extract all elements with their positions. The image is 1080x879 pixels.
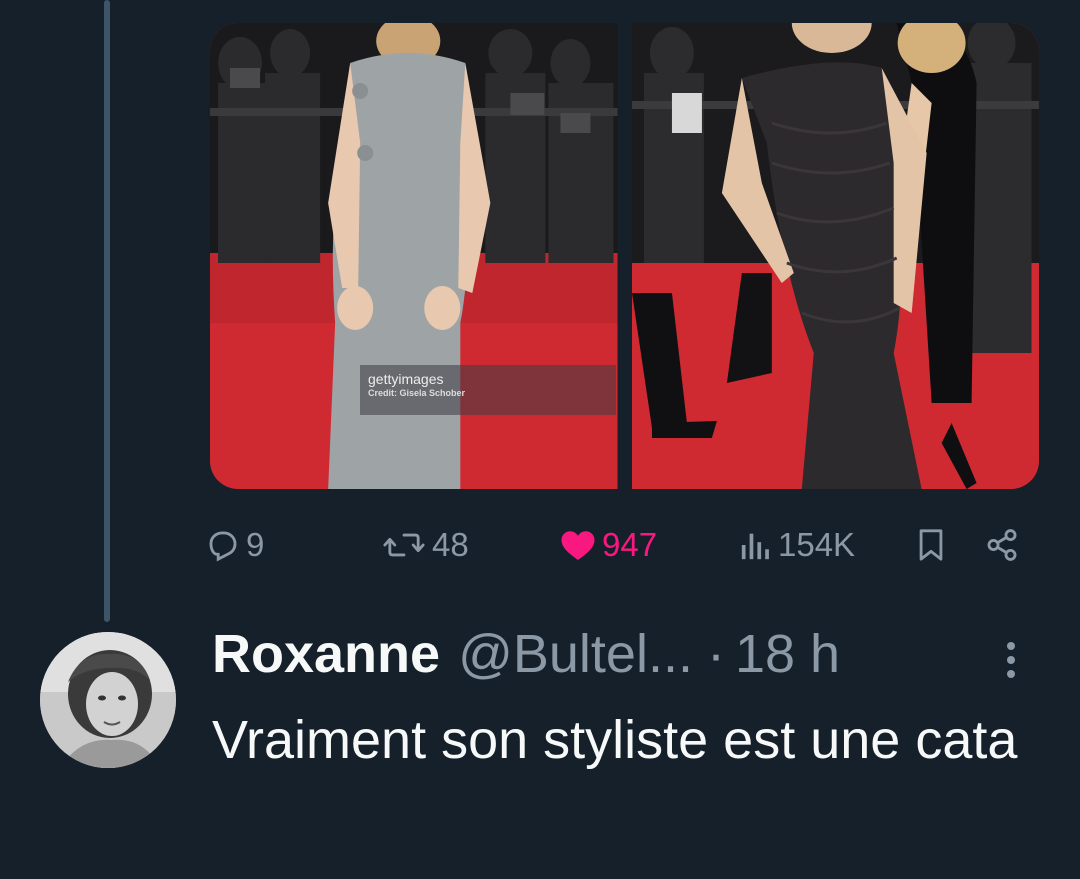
more-options-button[interactable] bbox=[996, 636, 1026, 684]
watermark-credit: Credit: Gisela Schober bbox=[368, 388, 466, 398]
media-photo-left[interactable]: gettyimages Credit: Gisela Schober bbox=[210, 23, 618, 489]
views-bar-chart-icon bbox=[741, 533, 769, 560]
getty-watermark: gettyimages Credit: Gisela Schober bbox=[360, 365, 616, 415]
media-photo-right[interactable] bbox=[631, 23, 1039, 489]
like-action[interactable]: 947 bbox=[560, 522, 657, 568]
tweet-action-bar: 9 48 947 154K bbox=[206, 522, 1036, 568]
repost-count: 48 bbox=[432, 526, 469, 563]
tweet-thread: gettyimages Credit: Gisela Schober 9 48 … bbox=[0, 0, 1080, 879]
like-count: 947 bbox=[602, 526, 658, 563]
repost-icon bbox=[383, 533, 425, 557]
views-count: 154K bbox=[778, 526, 856, 563]
reply-header: Roxanne @Bultel... · 18 h bbox=[212, 622, 840, 686]
reply-icon bbox=[209, 531, 237, 562]
photo-black-dress-image bbox=[631, 23, 1039, 489]
watermark-brand: gettyimages bbox=[368, 371, 444, 387]
views-action[interactable]: 154K bbox=[740, 522, 855, 568]
repost-action[interactable]: 48 bbox=[382, 522, 469, 568]
media-grid: gettyimages Credit: Gisela Schober bbox=[210, 23, 1039, 489]
share-icon bbox=[987, 529, 1017, 561]
avatar-photo bbox=[40, 632, 176, 768]
reply-tweet[interactable]: Roxanne @Bultel... · 18 h Vraiment son s… bbox=[0, 600, 1080, 879]
bookmark-icon bbox=[919, 529, 943, 561]
header-separator: · bbox=[706, 624, 725, 684]
avatar[interactable] bbox=[40, 632, 176, 768]
author-handle[interactable]: @Bultel... bbox=[458, 623, 693, 685]
reply-count: 9 bbox=[246, 526, 265, 563]
heart-filled-icon bbox=[561, 531, 595, 560]
vertical-ellipsis-icon bbox=[1007, 642, 1015, 678]
photo-gray-dress-image bbox=[210, 23, 618, 489]
tweet-timestamp[interactable]: 18 h bbox=[735, 623, 840, 685]
tweet-text: Vraiment son styliste est une cata bbox=[212, 710, 1018, 770]
share-action[interactable] bbox=[984, 522, 1020, 568]
bookmark-action[interactable] bbox=[916, 522, 946, 568]
author-display-name[interactable]: Roxanne bbox=[212, 623, 440, 685]
reply-action[interactable]: 9 bbox=[206, 522, 264, 568]
thread-connector-line bbox=[104, 0, 110, 622]
